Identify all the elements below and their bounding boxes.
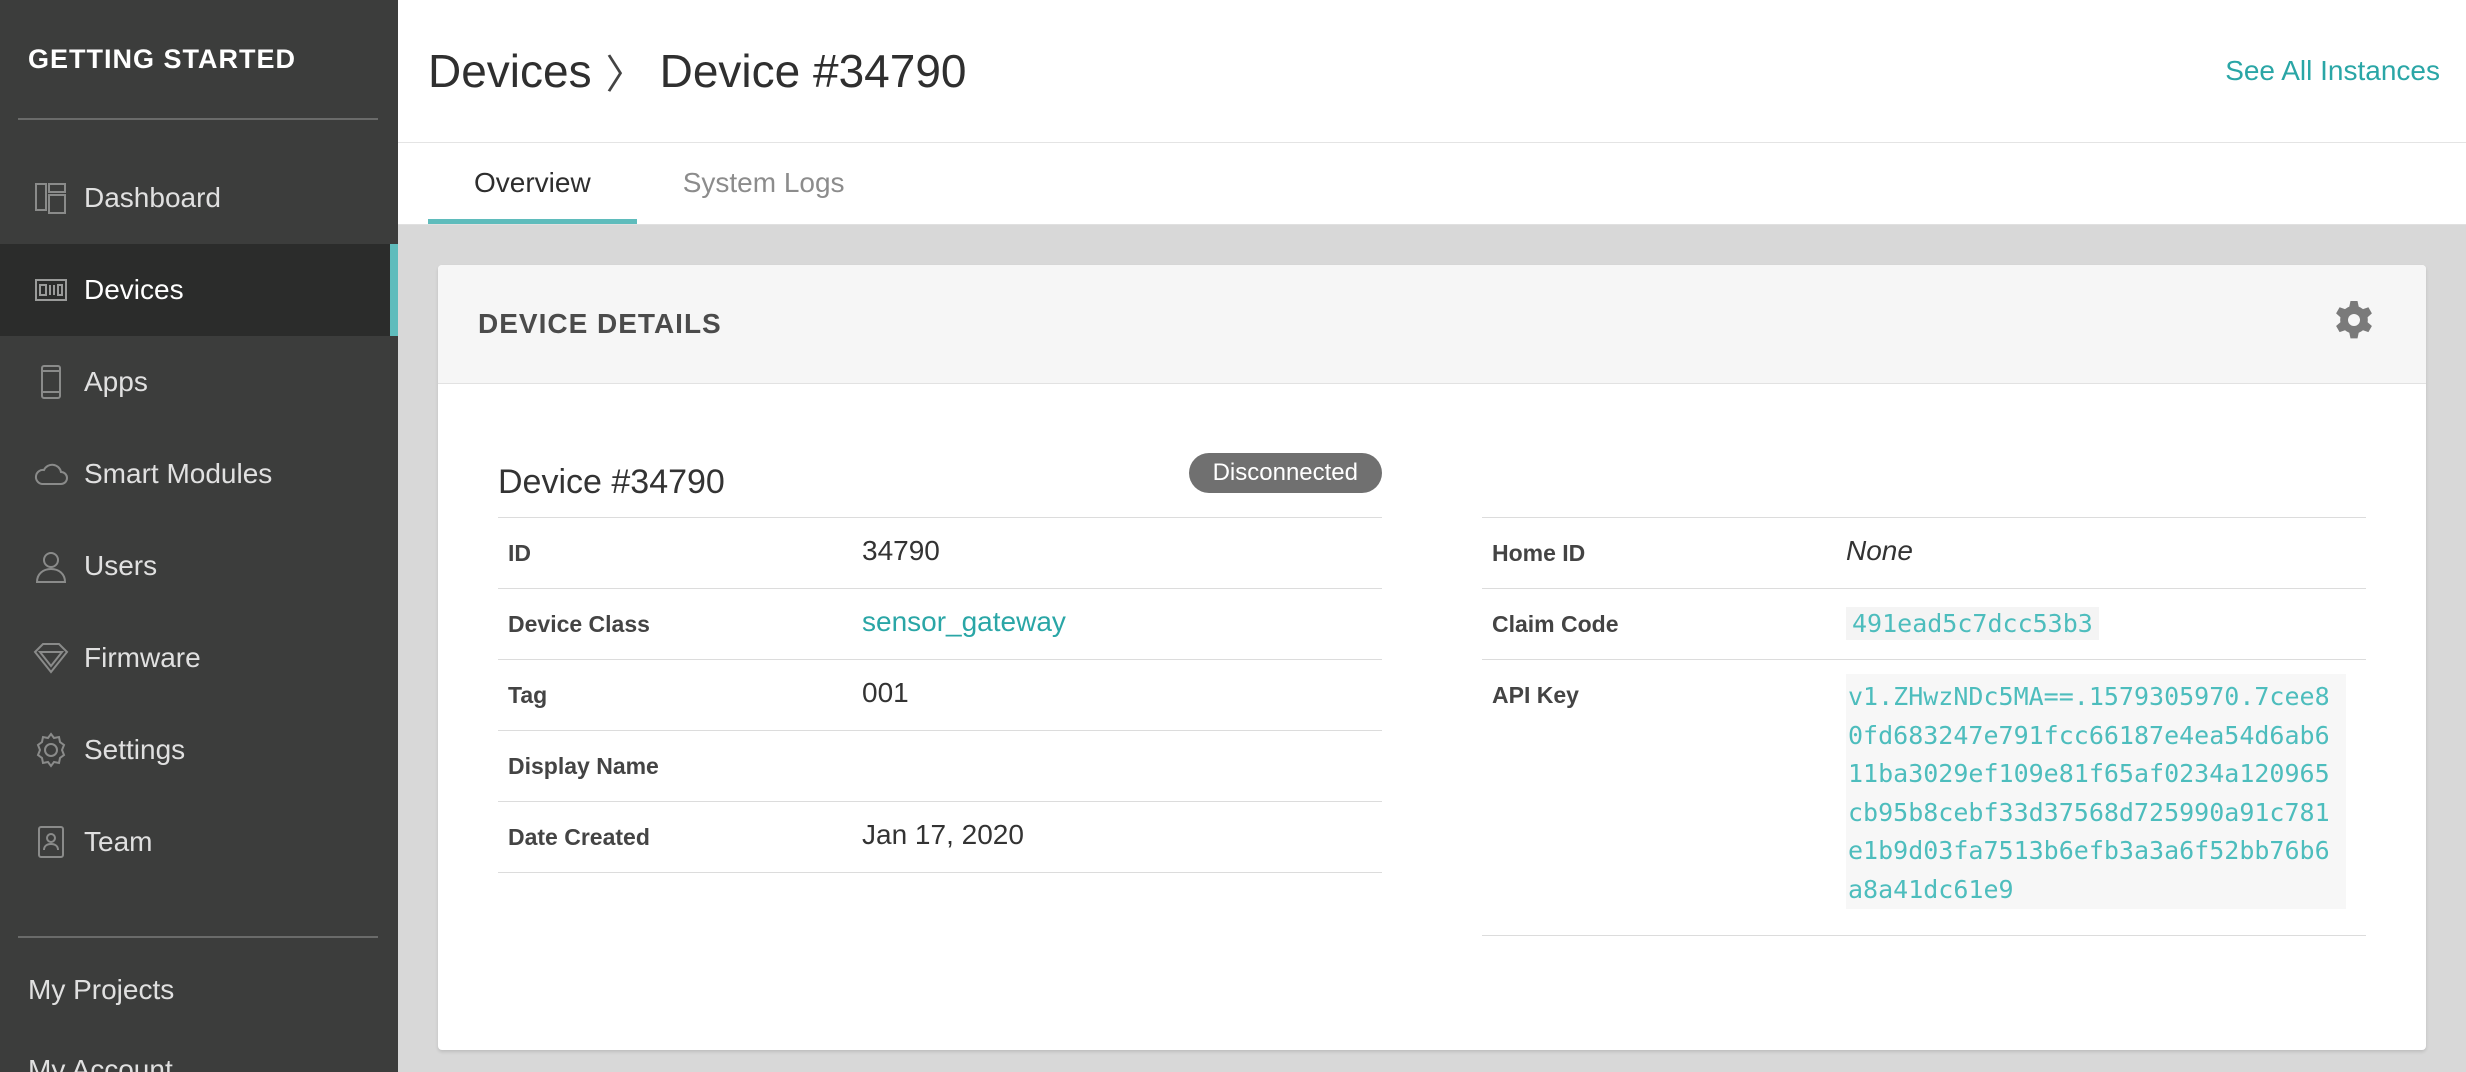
- row-label: Tag: [508, 682, 548, 708]
- row-label: Device Class: [508, 611, 650, 637]
- detail-row-date-created: Date Created Jan 17, 2020: [498, 802, 1382, 873]
- row-label: API Key: [1492, 682, 1579, 708]
- sidebar-item-team[interactable]: Team: [0, 796, 398, 888]
- row-label: Date Created: [508, 824, 650, 850]
- page-header: Devices 〉 Device #34790 See All Instance…: [398, 0, 2466, 143]
- sidebar-item-users[interactable]: Users: [0, 520, 398, 612]
- row-label: Display Name: [508, 753, 659, 779]
- sidebar: GETTING STARTED Dashboard Devices Apps S…: [0, 0, 398, 1072]
- breadcrumb: Devices 〉 Device #34790: [428, 42, 967, 100]
- row-label: Claim Code: [1492, 611, 1619, 637]
- detail-row-id: ID 34790: [498, 518, 1382, 589]
- sidebar-item-label: Settings: [84, 734, 186, 765]
- device-class-link[interactable]: sensor_gateway: [858, 589, 1382, 655]
- sidebar-item-firmware[interactable]: Firmware: [0, 612, 398, 704]
- row-value: Jan 17, 2020: [862, 819, 1024, 850]
- status-badge: Disconnected: [1188, 452, 1382, 493]
- breadcrumb-current: Device #34790: [659, 45, 967, 97]
- card-body: Device #34790 Disconnected ID 34790 Devi…: [438, 384, 2426, 936]
- badge-icon: [32, 823, 70, 861]
- sidebar-item-settings[interactable]: Settings: [0, 704, 398, 796]
- detail-row-device-class: Device Class sensor_gateway: [498, 589, 1382, 660]
- cloud-icon: [32, 455, 70, 493]
- sidebar-item-apps[interactable]: Apps: [0, 336, 398, 428]
- diamond-icon: [32, 639, 70, 677]
- row-label: ID: [508, 540, 531, 566]
- breadcrumb-separator: 〉: [605, 53, 646, 97]
- detail-row-home-id: Home ID None: [1482, 518, 2366, 589]
- main-content: Devices 〉 Device #34790 See All Instance…: [398, 0, 2466, 1072]
- row-value: [858, 731, 1382, 763]
- gear-icon: [32, 731, 70, 769]
- breadcrumb-devices[interactable]: Devices: [428, 44, 592, 98]
- sidebar-item-smart-modules[interactable]: Smart Modules: [0, 428, 398, 520]
- row-label: Home ID: [1492, 540, 1586, 566]
- sidebar-item-label: Dashboard: [84, 182, 221, 213]
- sidebar-item-label: Users: [84, 550, 158, 581]
- sidebar-item-label: Firmware: [84, 642, 201, 673]
- sidebar-nav: Dashboard Devices Apps Smart Modules Use…: [0, 120, 398, 888]
- sidebar-item-my-account[interactable]: My Account: [0, 1030, 398, 1072]
- card-header: DEVICE DETAILS: [438, 265, 2426, 384]
- row-value: None: [1846, 535, 1913, 566]
- claim-code-text: 491ead5c7dcc53b3: [1846, 607, 2099, 640]
- phone-icon: [32, 363, 70, 401]
- sidebar-item-my-projects[interactable]: My Projects: [0, 950, 398, 1030]
- device-name: Device #34790: [498, 463, 725, 501]
- details-right-column: Home ID None Claim Code 491ead5c7dcc53b3…: [1482, 440, 2366, 936]
- column-spacer: [1482, 440, 2366, 518]
- detail-row-tag: Tag 001: [498, 660, 1382, 731]
- sidebar-item-label: Smart Modules: [84, 458, 273, 489]
- see-all-instances-link[interactable]: See All Instances: [2225, 55, 2440, 87]
- sidebar-title[interactable]: GETTING STARTED: [0, 0, 398, 118]
- sidebar-item-label: Team: [84, 826, 153, 857]
- device-heading-row: Device #34790 Disconnected: [498, 440, 1382, 518]
- dashboard-icon: [32, 179, 70, 217]
- claim-code-value[interactable]: 491ead5c7dcc53b3: [1842, 589, 2366, 659]
- api-key-container: v1.ZHwzNDc5MA==.1579305970.7cee80fd68324…: [1842, 660, 2366, 925]
- sidebar-item-label: Apps: [84, 366, 148, 397]
- user-icon: [32, 547, 70, 585]
- sidebar-item-dashboard[interactable]: Dashboard: [0, 152, 398, 244]
- row-value: 001: [862, 677, 909, 708]
- card-title: DEVICE DETAILS: [478, 308, 722, 339]
- tab-overview[interactable]: Overview: [428, 142, 637, 224]
- content-area: DEVICE DETAILS Device #34790 Disconnecte: [398, 225, 2466, 1072]
- sidebar-item-label: Devices: [84, 274, 184, 305]
- detail-row-claim-code: Claim Code 491ead5c7dcc53b3: [1482, 589, 2366, 660]
- details-left-column: Device #34790 Disconnected ID 34790 Devi…: [498, 440, 1382, 936]
- api-key-value[interactable]: v1.ZHwzNDc5MA==.1579305970.7cee80fd68324…: [1846, 674, 2346, 909]
- device-details-card: DEVICE DETAILS Device #34790 Disconnecte: [438, 265, 2426, 1050]
- detail-row-display-name: Display Name: [498, 731, 1382, 802]
- devices-icon: [32, 271, 70, 309]
- tab-bar: Overview System Logs: [398, 143, 2466, 225]
- sidebar-item-devices[interactable]: Devices: [0, 244, 398, 336]
- sidebar-bottom: My Projects My Account: [0, 938, 398, 1072]
- settings-gear-icon[interactable]: [2330, 298, 2378, 351]
- row-value: 34790: [862, 535, 940, 566]
- detail-row-api-key: API Key v1.ZHwzNDc5MA==.1579305970.7cee8…: [1482, 660, 2366, 936]
- tab-system-logs[interactable]: System Logs: [637, 142, 891, 224]
